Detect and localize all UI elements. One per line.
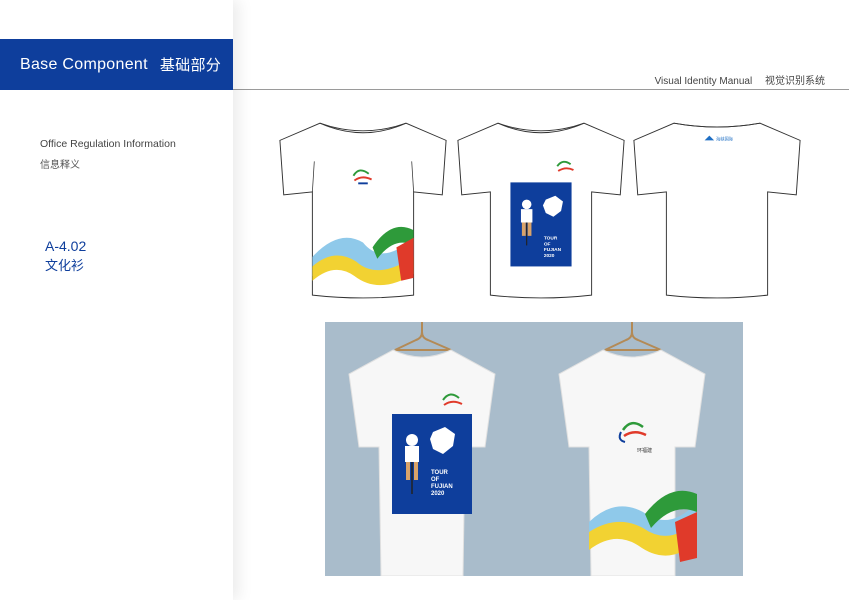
svg-text:OF: OF (544, 241, 551, 247)
svg-text:FUJIAN: FUJIAN (431, 484, 453, 490)
svg-text:2020: 2020 (431, 491, 445, 497)
shirt-front-poster: TOUR OF FUJIAN 2020 (457, 122, 625, 299)
manual-title: Visual Identity Manual 视觉识别系统 (655, 72, 825, 87)
header-title-en: Base Component (20, 55, 148, 73)
item-code: A-4.02 (45, 238, 87, 254)
manual-title-en: Visual Identity Manual (654, 76, 753, 87)
hanger-icon (604, 322, 662, 351)
shirt-back-logo: 海峡国际 (633, 122, 801, 299)
svg-text:海峡国际: 海峡国际 (716, 135, 734, 142)
item-name-cn: 文化衫 (45, 259, 85, 274)
hanger-icon (394, 322, 452, 351)
shirt-front-wave (279, 122, 447, 299)
manual-title-cn: 视觉识别系统 (765, 76, 825, 87)
left-panel: Base Component 基础部分 Office Regulation In… (0, 0, 233, 600)
header-title-cn: 基础部分 (159, 56, 222, 74)
section-title-en: Office Regulation Information (40, 138, 176, 150)
svg-text:TOUR: TOUR (544, 236, 558, 242)
header-divider (233, 89, 849, 90)
section-header-bar: Base Component 基础部分 (0, 39, 233, 90)
svg-text:TOUR: TOUR (431, 470, 449, 476)
svg-text:环福建: 环福建 (637, 447, 652, 454)
svg-text:2020: 2020 (544, 253, 555, 259)
svg-text:FUJIAN: FUJIAN (544, 247, 562, 253)
shirt-photo-mockup: TOUR OF FUJIAN 2020 环福建 (325, 322, 743, 576)
section-title-cn: 信息释义 (40, 160, 80, 171)
svg-text:OF: OF (431, 477, 440, 483)
